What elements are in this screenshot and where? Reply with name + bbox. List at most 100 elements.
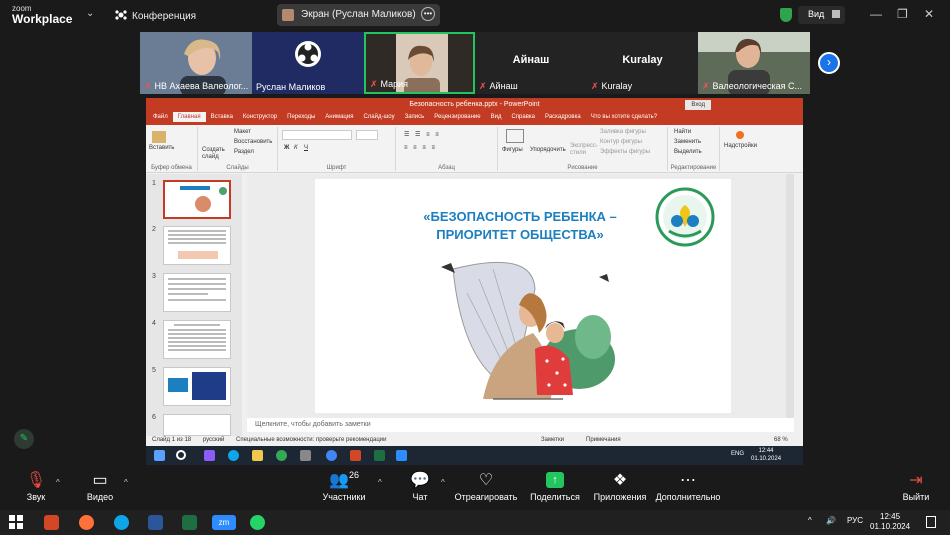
tab-design[interactable]: Конструктор — [238, 112, 282, 122]
tab-file[interactable]: Файл — [148, 112, 173, 122]
vertical-scrollbar[interactable] — [786, 174, 794, 418]
tab-home[interactable]: Главная — [172, 112, 206, 122]
current-slide[interactable]: «БЕЗОПАСНОСТЬ РЕБЕНКА – ПРИОРИТЕТ ОБЩЕСТ… — [315, 179, 731, 413]
tab-animations[interactable]: Анимация — [320, 112, 358, 122]
shape-effects-button[interactable]: Эффекты фигуры — [600, 149, 650, 155]
participant-tile[interactable]: Kuralay ✗ Kuralay — [587, 32, 698, 94]
windows-start-button[interactable] — [9, 515, 23, 529]
mother-and-child-illustration — [441, 261, 615, 400]
security-shield-icon[interactable] — [780, 8, 792, 22]
tab-record[interactable]: Запись — [400, 112, 430, 122]
edge-icon — [228, 450, 239, 461]
slide-thumbnail[interactable] — [163, 226, 231, 265]
word-taskbar-icon[interactable] — [148, 515, 163, 530]
align-icons[interactable]: ≡ ≡ ≡ ≡ — [404, 145, 437, 151]
screen-share-indicator[interactable]: Экран (Руслан Маликов) ••• — [277, 4, 440, 26]
leave-button[interactable]: ⇥ Выйти — [876, 466, 950, 502]
tab-slideshow[interactable]: Слайд-шоу — [358, 112, 399, 122]
restore-icon[interactable]: ❐ — [897, 7, 908, 21]
view-button[interactable]: Вид — [798, 6, 845, 24]
tab-transitions[interactable]: Переходы — [282, 112, 320, 122]
chevron-down-icon[interactable]: ⌄ — [86, 8, 94, 19]
participant-tile[interactable]: Руслан Маликов — [252, 32, 364, 94]
slide-thumbnail[interactable] — [163, 180, 231, 219]
font-name-input[interactable] — [282, 130, 352, 140]
meeting-info-button[interactable]: Конференция — [115, 9, 196, 22]
tab-review[interactable]: Рецензирование — [429, 112, 485, 122]
tab-insert[interactable]: Вставка — [206, 112, 238, 122]
annotate-pen-icon[interactable]: ✎ — [14, 429, 34, 449]
font-size-input[interactable] — [356, 130, 378, 140]
ppt-signin-button[interactable]: Вход — [685, 100, 711, 110]
participants-label: Участники — [322, 492, 366, 502]
slide-thumbnail[interactable] — [163, 273, 231, 312]
group-label: Рисование — [567, 165, 598, 171]
arrange-button[interactable]: Упорядочить — [530, 147, 566, 153]
more-button[interactable]: ⋯ Дополнительно — [648, 466, 728, 502]
participant-tile[interactable]: ✗ НВ Ахаева Валеолог... — [140, 32, 252, 94]
find-button[interactable]: Найти — [674, 129, 691, 135]
slide-number: 4 — [152, 320, 156, 327]
video-button[interactable]: ▭ Видео — [60, 466, 140, 502]
quick-styles-button[interactable]: Экспресс-стили — [570, 143, 598, 157]
powerpoint-taskbar-icon[interactable] — [44, 515, 59, 530]
accessibility-check[interactable]: Специальные возможности: проверьте реком… — [236, 437, 386, 443]
app-icon — [300, 450, 311, 461]
mic-muted-icon: ✗ — [370, 79, 378, 89]
notes-field[interactable]: Щелкните, чтобы добавить заметки — [247, 418, 794, 432]
chat-options-caret[interactable]: ^ — [441, 478, 445, 487]
layout-button[interactable]: Макет — [234, 129, 251, 135]
slide-thumbnail[interactable] — [163, 414, 231, 436]
reset-button[interactable]: Восстановить — [234, 139, 272, 145]
slide-thumbnail[interactable] — [163, 367, 231, 406]
zoom-taskbar-icon[interactable]: zm — [212, 515, 236, 530]
shape-fill-button[interactable]: Заливка фигуры — [600, 129, 646, 135]
ppt-title-bar: Безопасность ребенка.pptx - PowerPoint В… — [146, 98, 803, 112]
video-options-caret[interactable]: ^ — [124, 478, 128, 487]
tab-help[interactable]: Справка — [506, 112, 540, 122]
shared-windows-taskbar: ENG 12:44 01.10.2024 — [146, 446, 803, 465]
speaker-icon[interactable]: 🔊 — [826, 516, 836, 525]
tell-me-search[interactable]: Что вы хотите сделать? — [586, 112, 662, 122]
slide-number: 3 — [152, 273, 156, 280]
shapes-button[interactable]: Фигуры — [502, 147, 523, 153]
notes-toggle[interactable]: Заметки — [541, 437, 564, 443]
underline-icon[interactable]: Ч — [304, 145, 308, 151]
list-icons[interactable]: ☰ ☰ ≡ ≡ — [404, 131, 441, 138]
paste-button[interactable]: Вставить — [149, 145, 174, 151]
edge-taskbar-icon[interactable] — [114, 515, 129, 530]
comments-toggle[interactable]: Примечания — [586, 437, 621, 443]
slide-title[interactable]: «БЕЗОПАСНОСТЬ РЕБЕНКА – ПРИОРИТЕТ ОБЩЕСТ… — [405, 208, 635, 244]
system-clock[interactable]: 12:45 01.10.2024 — [870, 512, 910, 532]
excel-taskbar-icon[interactable] — [182, 515, 197, 530]
section-button[interactable]: Раздел — [234, 149, 254, 155]
whatsapp-taskbar-icon[interactable] — [250, 515, 265, 530]
new-slide-button[interactable]: Создать слайд — [202, 147, 228, 161]
italic-icon[interactable]: К — [294, 145, 298, 151]
shape-outline-button[interactable]: Контур фигуры — [600, 139, 642, 145]
replace-button[interactable]: Заменить — [674, 139, 701, 145]
participant-name: Руслан Маликов — [256, 82, 326, 92]
next-page-button[interactable]: › — [818, 52, 840, 74]
bold-icon[interactable]: Ж — [284, 145, 289, 151]
participant-tile[interactable]: ✗ Валеологическая С... — [698, 32, 810, 94]
language-indicator[interactable]: русский — [203, 437, 225, 443]
tray-overflow-icon[interactable]: ^ — [808, 516, 812, 525]
select-button[interactable]: Выделить — [674, 149, 702, 155]
tab-view[interactable]: Вид — [486, 112, 507, 122]
zoom-level[interactable]: 68 % — [774, 437, 788, 443]
more-options-icon[interactable]: ••• — [421, 7, 435, 21]
firefox-taskbar-icon[interactable] — [79, 515, 94, 530]
addins-button[interactable]: Надстройки — [724, 143, 757, 149]
tab-storyboard[interactable]: Раскадровка — [540, 112, 586, 122]
close-icon[interactable]: ✕ — [924, 7, 934, 21]
input-language[interactable]: РУС — [847, 516, 863, 525]
participant-tile-active[interactable]: ✗ Мария — [364, 32, 475, 94]
participant-tile[interactable]: Айнаш ✗ Айнаш — [475, 32, 587, 94]
ppt-title: Безопасность ребенка.pptx - PowerPoint — [409, 101, 540, 108]
slide-thumbnail[interactable] — [163, 320, 231, 359]
notifications-icon[interactable] — [926, 516, 936, 528]
participants-button[interactable]: 👥26 Участники — [304, 466, 384, 502]
react-button[interactable]: ♡ Отреагировать — [446, 466, 526, 502]
minimize-icon[interactable]: — — [870, 7, 882, 21]
